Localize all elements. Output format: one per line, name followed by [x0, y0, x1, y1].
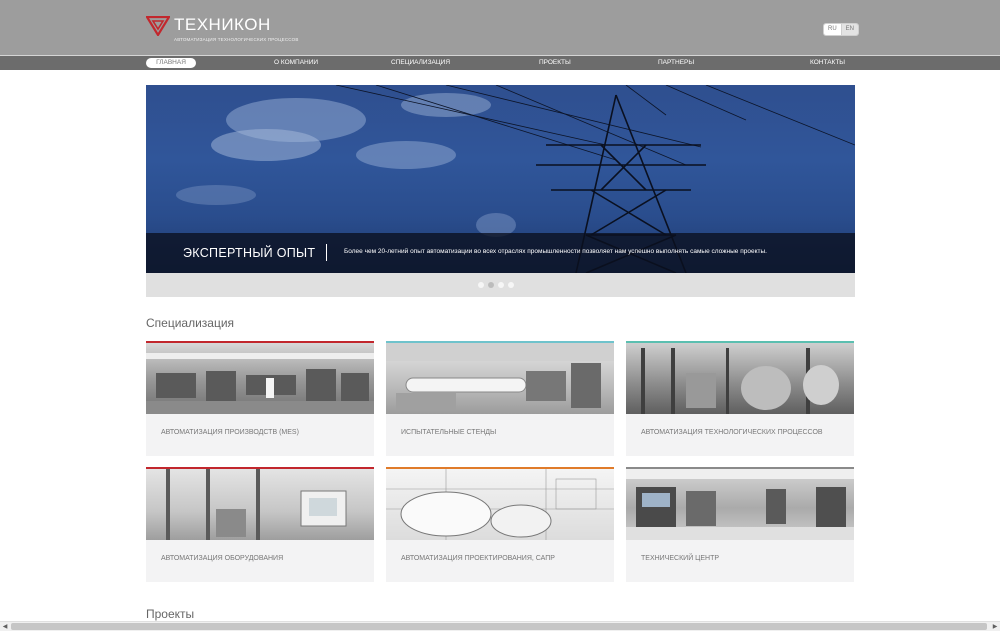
card-mes[interactable]: АВТОМАТИЗАЦИЯ ПРОИЗВОДСТВ (MES)	[146, 341, 374, 456]
card-label: АВТОМАТИЗАЦИЯ ОБОРУДОВАНИЯ	[161, 555, 284, 562]
slider-dots	[478, 282, 514, 288]
logo-text: ТЕХНИКОН	[174, 15, 271, 34]
card-tech-center[interactable]: ТЕХНИЧЕСКИЙ ЦЕНТР	[626, 467, 854, 582]
lang-en-button[interactable]: EN	[840, 24, 859, 35]
blueprints-photo	[386, 469, 614, 540]
tech-center-photo	[626, 469, 854, 540]
card-label: ТЕХНИЧЕСКИЙ ЦЕНТР	[641, 555, 720, 562]
factory-floor-photo	[146, 343, 374, 414]
slider-dot-active[interactable]	[488, 282, 494, 288]
slider-dot[interactable]	[478, 282, 484, 288]
logo-triangle-icon	[146, 16, 170, 36]
language-switcher: RU EN	[823, 23, 860, 36]
card-label: ИСПЫТАТЕЛЬНЫЕ СТЕНДЫ	[401, 429, 497, 436]
scroll-right-icon[interactable]: ▶	[990, 622, 1000, 631]
logo[interactable]: ТЕХНИКОН АВТОМАТИЗАЦИЯ ТЕХНОЛОГИЧЕСКИХ П…	[146, 15, 299, 45]
scroll-left-icon[interactable]: ◀	[0, 622, 10, 631]
nav-item-about[interactable]: О КОМПАНИИ	[274, 58, 318, 68]
hero-slider[interactable]: ЭКСПЕРТНЫЙ ОПЫТ Более чем 20-летний опыт…	[146, 85, 855, 297]
test-bench-photo	[386, 343, 614, 414]
card-label: АВТОМАТИЗАЦИЯ ПРОЕКТИРОВАНИЯ, САПР	[401, 555, 555, 562]
slider-dot[interactable]	[508, 282, 514, 288]
card-label: АВТОМАТИЗАЦИЯ ТЕХНОЛОГИЧЕСКИХ ПРОЦЕССОВ	[641, 429, 823, 436]
lang-ru-button[interactable]: RU	[824, 24, 841, 35]
horizontal-scrollbar[interactable]: ◀ ▶	[0, 621, 1000, 631]
card-cad[interactable]: АВТОМАТИЗАЦИЯ ПРОЕКТИРОВАНИЯ, САПР	[386, 467, 614, 582]
process-plant-photo	[626, 343, 854, 414]
slide-title: ЭКСПЕРТНЫЙ ОПЫТ	[183, 246, 316, 260]
scrollbar-thumb[interactable]	[11, 623, 987, 630]
logo-subtitle: АВТОМАТИЗАЦИЯ ТЕХНОЛОГИЧЕСКИХ ПРОЦЕССОВ	[174, 37, 299, 42]
nav-item-home[interactable]: ГЛАВНАЯ	[146, 58, 196, 68]
slide-text: Более чем 20-летний опыт автоматизации в…	[344, 248, 767, 255]
caption-divider	[326, 244, 327, 261]
card-equipment-automation[interactable]: АВТОМАТИЗАЦИЯ ОБОРУДОВАНИЯ	[146, 467, 374, 582]
nav-item-contacts[interactable]: КОНТАКТЫ	[810, 58, 845, 68]
nav-item-partners[interactable]: ПАРТНЕРЫ	[658, 58, 694, 68]
equipment-photo	[146, 469, 374, 540]
nav-item-specialization[interactable]: СПЕЦИАЛИЗАЦИЯ	[391, 58, 450, 68]
site-header: ТЕХНИКОН АВТОМАТИЗАЦИЯ ТЕХНОЛОГИЧЕСКИХ П…	[0, 0, 1000, 55]
section-title-projects: Проекты	[146, 607, 195, 621]
main-nav: ГЛАВНАЯ О КОМПАНИИ СПЕЦИАЛИЗАЦИЯ ПРОЕКТЫ…	[0, 56, 1000, 70]
nav-item-projects[interactable]: ПРОЕКТЫ	[539, 58, 571, 68]
card-process-automation[interactable]: АВТОМАТИЗАЦИЯ ТЕХНОЛОГИЧЕСКИХ ПРОЦЕССОВ	[626, 341, 854, 456]
slider-dot[interactable]	[498, 282, 504, 288]
section-title-specialization: Специализация	[146, 316, 235, 330]
slide-caption: ЭКСПЕРТНЫЙ ОПЫТ Более чем 20-летний опыт…	[146, 233, 855, 273]
card-label: АВТОМАТИЗАЦИЯ ПРОИЗВОДСТВ (MES)	[161, 429, 299, 436]
card-test-benches[interactable]: ИСПЫТАТЕЛЬНЫЕ СТЕНДЫ	[386, 341, 614, 456]
